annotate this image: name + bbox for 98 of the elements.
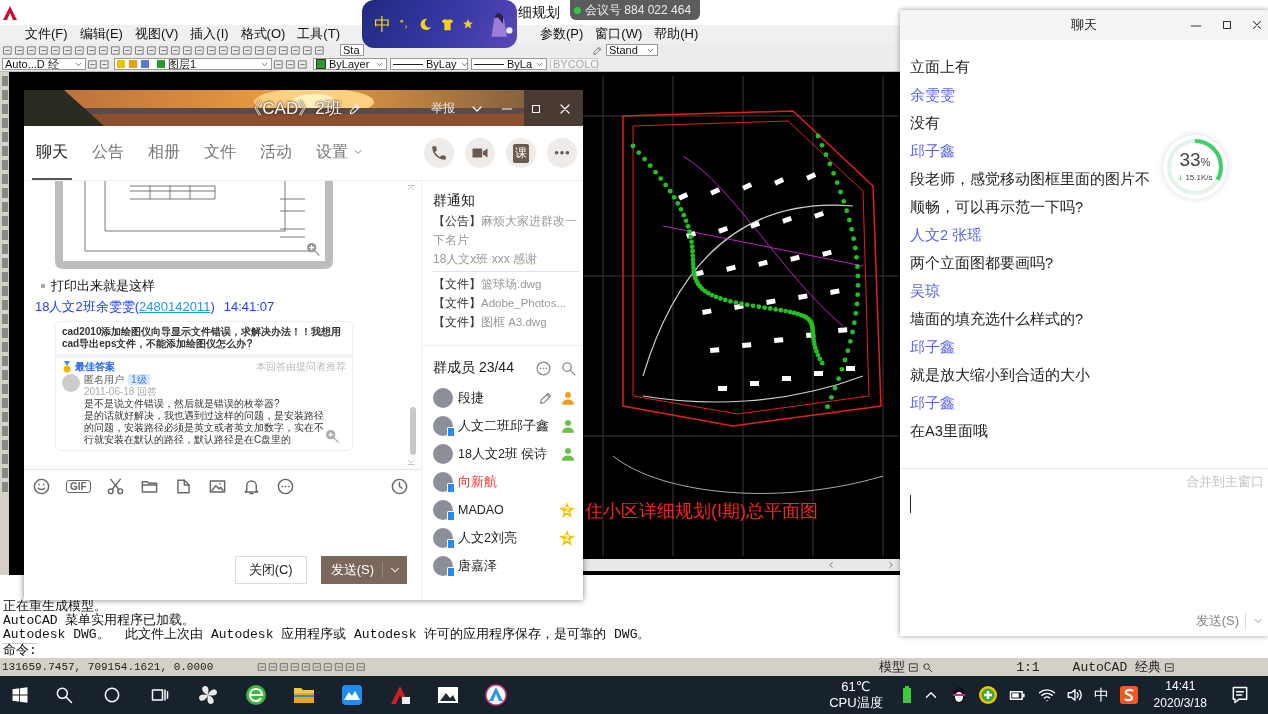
message-text: 在A3里面哦 (910, 422, 989, 441)
style-dropdown[interactable]: Sta (340, 44, 364, 56)
file-link[interactable]: 【文件】图框 A3.dwg (433, 313, 579, 332)
command-output: AutoCAD 菜单实用程序已加载。 (3, 614, 196, 628)
menu-item[interactable]: 窗口(W) (595, 25, 643, 43)
member-item[interactable]: 18人文2班 侯诗 (433, 440, 577, 468)
clock-time[interactable]: 14:41 (1165, 678, 1196, 695)
gif-button[interactable]: GIF (66, 479, 91, 493)
cpu-temperature: 61℃ (841, 679, 871, 695)
window-title: 聊天 (1071, 16, 1097, 34)
course-button[interactable]: 课 (506, 138, 536, 168)
menu-item[interactable]: 编辑(E) (79, 25, 123, 43)
file-link[interactable]: 【文件】Adobe_Photos... (433, 294, 579, 313)
answer-text: 是不是说文件错误，然后就是错误的枚举器? (84, 398, 281, 410)
answer-date: 2011-06-18 回答 (84, 386, 159, 398)
meeting-number: 会议号 884 022 464 (585, 1, 692, 19)
member-name: 人文二班邱子鑫 (458, 417, 549, 435)
dropdown-value: ByLay (426, 58, 457, 70)
best-answer-label: 最佳答案 (75, 361, 115, 373)
menu-item[interactable]: 插入(I) (190, 25, 229, 43)
tab[interactable]: 文件 (200, 126, 240, 180)
input-mode-toggle[interactable]: 中 (374, 12, 391, 36)
meeting-badge[interactable]: 会议号 884 022 464 (570, 0, 700, 20)
speed-value: 15.1K/s (1185, 173, 1213, 182)
member-item[interactable]: 人文2刘亮 2 (433, 524, 577, 552)
message-text: 没有 (910, 114, 941, 133)
member-name: 向新航 (458, 473, 497, 491)
level-badge: 2 (559, 530, 575, 546)
answer-text: 是的话就好解决，我也遇到过这样的问题，是安装路径的问题，安装路径必须是英文或者英文加数字，实在不行就安装在默认的路径，默认路径是在C盘里的 (84, 410, 325, 446)
question-title: cad2010添加绘图仪向导显示文件错误，求解决办法！！我想用cad导出eps文件，不能添加绘图仪怎么办? (61, 325, 343, 351)
cpu-label: CPU温度 (829, 695, 883, 711)
close-button[interactable]: 关闭(C) (234, 556, 307, 584)
message-text: 打印出来就是这样 (51, 277, 155, 295)
property-dropdown[interactable]: ByLay (390, 58, 468, 70)
sender-name: 邱子鑫 (910, 338, 955, 357)
command-output: Autodesk DWG。 此文件上次由 Autodesk 应用程序或 Autodesk 许可的应用程序保存，是可靠的 DWG。 (3, 628, 651, 642)
sender-name: 余雯雯 (910, 86, 955, 105)
message-text: 段老师，感觉移动图框里面的图片不顺畅，可以再示范一下吗? (910, 170, 1151, 217)
menu-item[interactable]: 参数(P) (540, 25, 584, 43)
property-dropdown[interactable]: ByLayer (313, 58, 387, 70)
annotation-scale[interactable]: 1:1 (1016, 659, 1040, 675)
sender-name: 邱子鑫 (910, 394, 955, 413)
percent-unit: % (1200, 156, 1211, 168)
announcement-note: 18人文x班 xxx 感谢 (433, 250, 579, 272)
window-title: 细规划 (518, 3, 560, 22)
style-dropdown[interactable]: Stand (606, 44, 658, 56)
tab[interactable]: 活动 (256, 126, 296, 180)
menu-item[interactable]: 帮助(H) (654, 25, 699, 43)
message-text: 就是放大缩小到合适的大小 (910, 366, 1091, 385)
dropdown-value: ByLayer (329, 58, 370, 70)
message-text: 两个立面图都要画吗? (910, 254, 1055, 273)
member-name: 唐嘉泽 (458, 557, 497, 575)
menu-item[interactable]: 文件(F) (25, 25, 68, 43)
member-name: 人文2刘亮 (458, 529, 517, 547)
level-badge: 2 (559, 502, 575, 518)
sender-name: 18人文2班余雯雯( (35, 299, 140, 314)
rank-badge: 1级 (128, 374, 150, 385)
dropdown-value: Auto...D 经 (5, 58, 59, 70)
message-text: 立面上有 (910, 58, 971, 77)
member-item[interactable]: 向新航 (433, 468, 577, 496)
dropdown-value: 图层1 (168, 58, 197, 70)
send-button[interactable]: 发送(S) (1195, 612, 1239, 630)
file-link[interactable]: 【文件】篮球场.dwg (433, 275, 579, 294)
model-tab[interactable]: 模型 (879, 658, 906, 676)
menu-item[interactable]: 视图(V) (134, 25, 179, 43)
tab[interactable]: 相册 (144, 126, 184, 180)
user-name: 匿名用户 (84, 374, 124, 385)
member-item[interactable]: 唐嘉泽 (433, 552, 577, 580)
clock-date[interactable]: 2020/3/18 (1153, 695, 1207, 712)
section-heading: 群通知 (433, 191, 476, 210)
member-name: 段捷 (458, 389, 484, 407)
percent-value: 33 (1179, 149, 1201, 170)
menu-item[interactable]: 工具(T) (297, 25, 340, 43)
member-name: MADAO (458, 503, 504, 517)
report-link[interactable]: 举报 (431, 100, 455, 117)
drawing-title: 住小区详细规划(I期)总平面图 (585, 500, 818, 523)
workspace-menu[interactable]: AutoCAD 经典 (1072, 658, 1161, 676)
property-dropdown[interactable]: ByLa (471, 58, 547, 70)
coordinates: 131659.7457, 709154.1621, 0.0000 (1, 661, 215, 673)
tab[interactable]: 设置 (312, 126, 368, 180)
member-item[interactable]: MADAO 2 (433, 496, 577, 524)
property-dropdown[interactable]: 图层1 (114, 58, 272, 70)
message-text: 墙面的填充选什么样式的? (910, 310, 1085, 329)
sender-name: 吴琼 (910, 282, 940, 301)
sender-name-end: ) (210, 299, 215, 314)
menu-item[interactable]: 格式(O) (240, 25, 286, 43)
sender-name: 人文2 张瑶 (910, 226, 983, 245)
dropdown-value: ByLa (507, 58, 533, 70)
tab[interactable]: 公告 (88, 126, 128, 180)
input-mode[interactable]: 中 (1093, 685, 1109, 705)
property-dropdown[interactable]: Auto...D 经 (2, 58, 86, 70)
announcement[interactable]: 【公告】麻烦大家进群改一下名片 (433, 212, 579, 250)
member-item[interactable]: 段捷 (433, 384, 577, 412)
section-heading: 群成员 23/44 (433, 359, 514, 377)
message-time: 14:41:07 (223, 299, 275, 314)
sender-name: 邱子鑫 (910, 142, 955, 161)
member-item[interactable]: 人文二班邱子鑫 (433, 412, 577, 440)
member-name: 18人文2班 侯诗 (458, 445, 548, 463)
